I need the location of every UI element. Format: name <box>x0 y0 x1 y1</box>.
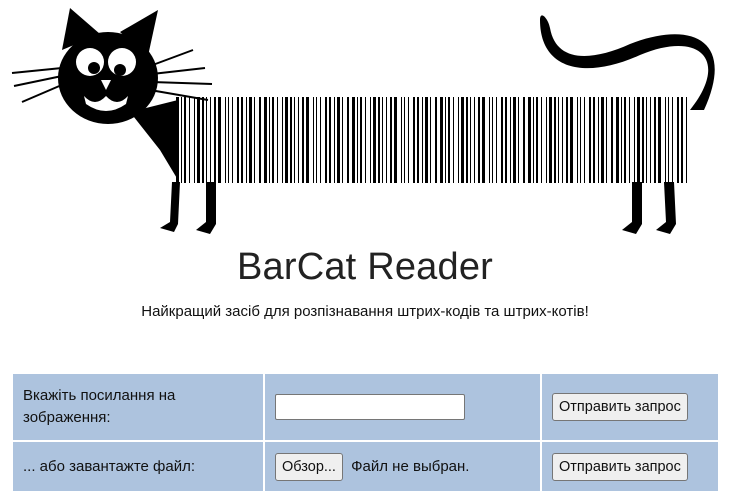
barcode-cat-icon <box>11 8 715 234</box>
file-browse-button[interactable]: Обзор... <box>275 452 343 481</box>
file-submit-cell: Отправить запрос <box>540 440 720 493</box>
file-submit-button[interactable]: Отправить запрос <box>552 452 688 481</box>
barcat-logo <box>0 0 730 250</box>
url-row: Вкажіть посилання на зображення: Отправи… <box>11 372 720 442</box>
page-title: BarCat Reader <box>236 246 494 288</box>
file-row: ... або завантажте файл: Обзор... Файл н… <box>11 440 720 493</box>
url-input[interactable] <box>275 394 465 420</box>
file-label: ... або завантажте файл: <box>11 440 265 493</box>
page-subtitle: Найкращий засіб для розпізнавання штрих-… <box>141 303 589 320</box>
file-status: Файл не выбран. <box>351 457 470 475</box>
url-submit-button[interactable]: Отправить запрос <box>552 393 688 421</box>
url-submit-cell: Отправить запрос <box>540 372 720 442</box>
url-input-cell <box>263 372 542 442</box>
upload-form: Вкажіть посилання на зображення: Отправи… <box>11 372 720 493</box>
url-label: Вкажіть посилання на зображення: <box>11 372 265 442</box>
file-input-cell: Обзор... Файл не выбран. <box>263 440 542 493</box>
